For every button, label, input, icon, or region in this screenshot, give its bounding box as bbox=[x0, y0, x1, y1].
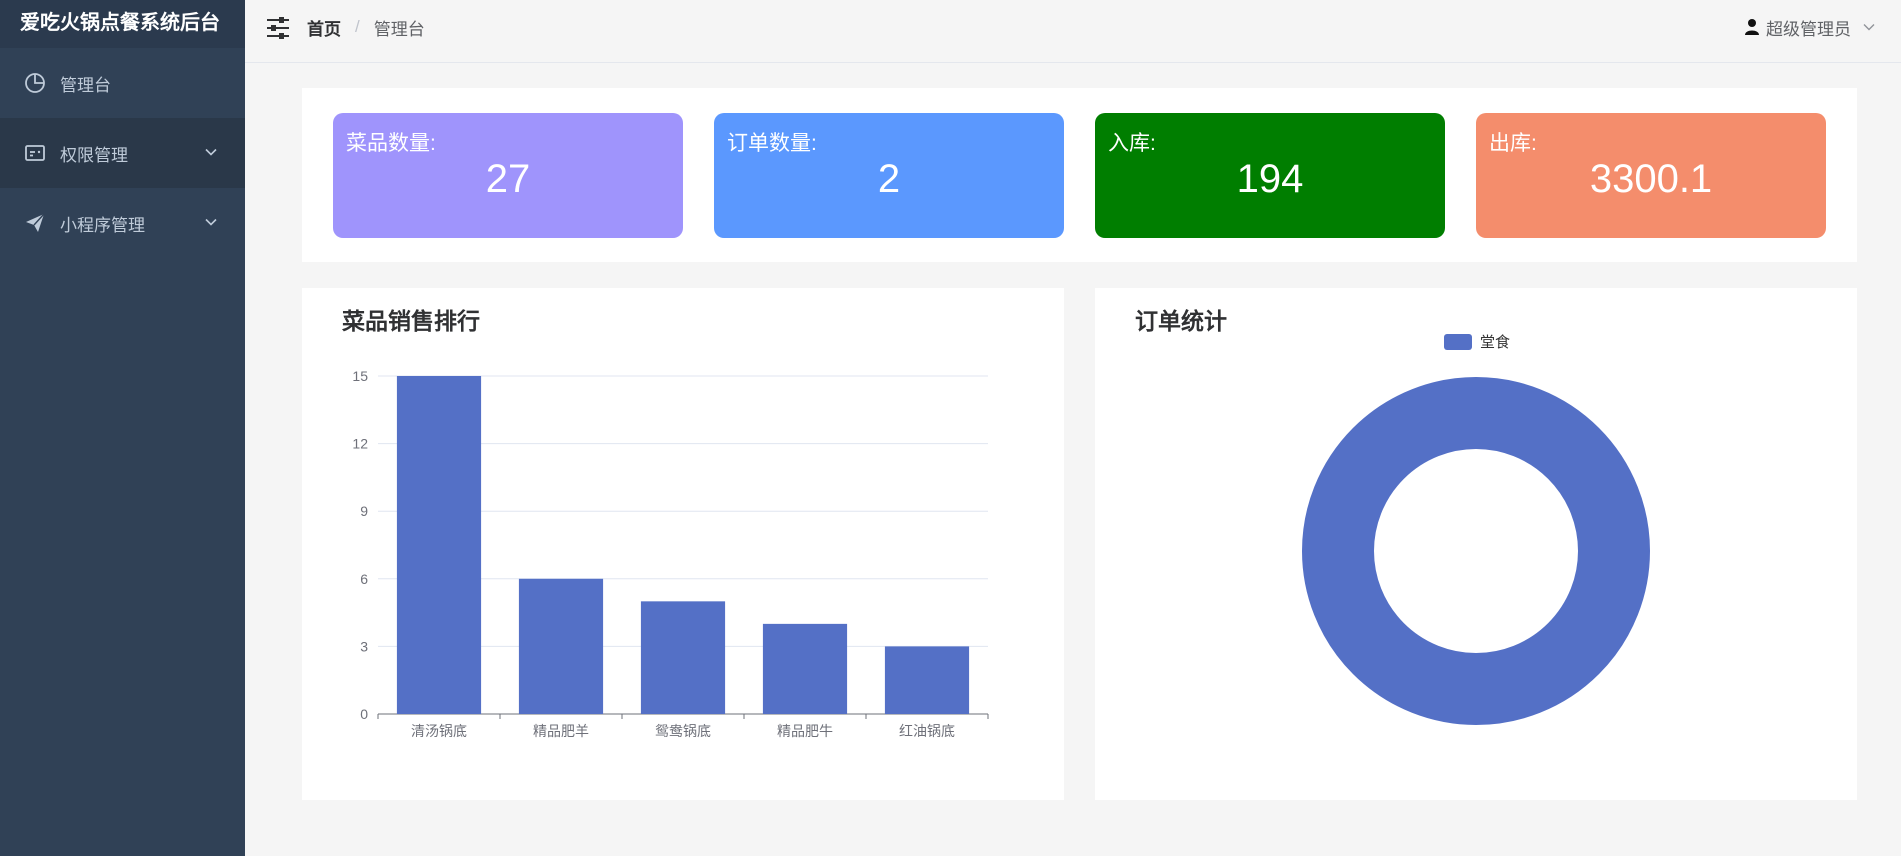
user-icon bbox=[1745, 19, 1759, 35]
x-tick-label: 精品肥牛 bbox=[777, 723, 833, 739]
username: 超级管理员 bbox=[1766, 19, 1851, 39]
id-card-icon bbox=[24, 142, 46, 164]
bar bbox=[884, 646, 970, 714]
bar bbox=[396, 376, 482, 714]
sidebar: 爱吃火锅点餐系统后台 管理台 权限管理 小程序管理 bbox=[0, 0, 245, 856]
bar bbox=[518, 578, 604, 714]
stat-value: 27 bbox=[485, 157, 531, 201]
stat-card-stock-out: 出库: 3300.1 bbox=[1476, 113, 1826, 238]
x-tick-label: 红油锅底 bbox=[899, 723, 955, 739]
y-tick-label: 12 bbox=[352, 436, 368, 452]
chevron-down-icon bbox=[1863, 24, 1875, 31]
y-tick-label: 3 bbox=[360, 638, 368, 654]
stats-panel: 菜品数量: 27 订单数量: 2 入库: 194 出库: 3300.1 bbox=[302, 88, 1857, 262]
sidebar-item-label: 权限管理 bbox=[60, 145, 128, 165]
y-tick-label: 9 bbox=[360, 503, 368, 519]
stat-value: 3300.1 bbox=[1589, 157, 1713, 201]
paper-plane-icon bbox=[24, 212, 46, 234]
x-tick-label: 精品肥羊 bbox=[533, 723, 589, 739]
pie-slice bbox=[1302, 377, 1650, 725]
legend-label: 堂食 bbox=[1480, 334, 1510, 351]
order-stats-panel: 订单统计 堂食 bbox=[1095, 288, 1857, 800]
sidebar-item-label: 管理台 bbox=[60, 75, 111, 95]
x-tick-label: 鸳鸯锅底 bbox=[655, 723, 711, 739]
pie-chart-icon bbox=[24, 72, 46, 94]
breadcrumb-current: 管理台 bbox=[373, 19, 425, 39]
chevron-down-icon bbox=[205, 218, 217, 226]
y-tick-label: 0 bbox=[360, 706, 368, 722]
breadcrumb-home-link[interactable]: 首页 bbox=[307, 15, 341, 40]
bar bbox=[762, 623, 848, 714]
bar bbox=[640, 601, 726, 714]
top-navbar: 首页 / 管理台 超级管理员 bbox=[245, 0, 1901, 63]
legend-swatch bbox=[1444, 334, 1472, 350]
user-menu[interactable]: 超级管理员 bbox=[1744, 0, 1877, 54]
stat-card-orders: 订单数量: 2 bbox=[714, 113, 1064, 238]
stat-value: 2 bbox=[877, 157, 901, 201]
sidebar-item-permissions[interactable]: 权限管理 bbox=[0, 118, 245, 188]
stat-value: 194 bbox=[1236, 157, 1304, 201]
chevron-down-icon bbox=[205, 148, 217, 156]
sidebar-item-dashboard[interactable]: 管理台 bbox=[0, 48, 245, 118]
stat-card-stock-in: 入库: 194 bbox=[1095, 113, 1445, 238]
x-tick-label: 清汤锅底 bbox=[411, 723, 467, 739]
stat-card-dishes: 菜品数量: 27 bbox=[333, 113, 683, 238]
stat-label: 订单数量: bbox=[727, 132, 817, 155]
breadcrumb: 首页 / 管理台 bbox=[307, 0, 425, 54]
stat-label: 出库: bbox=[1489, 132, 1537, 155]
sidebar-item-miniprogram[interactable]: 小程序管理 bbox=[0, 188, 245, 258]
y-tick-label: 6 bbox=[360, 571, 368, 587]
menu-toggle-icon[interactable] bbox=[265, 15, 291, 41]
order-donut-chart: 堂食 bbox=[1302, 334, 1650, 725]
sales-ranking-panel: 菜品销售排行 0 3 6 9 12 15 清汤锅底 精品肥羊 鸳鸯锅底 精品肥牛 红油锅底 bbox=[302, 288, 1064, 800]
stat-label: 入库: bbox=[1108, 132, 1156, 155]
sales-bar-chart: 0 3 6 9 12 15 清汤锅底 精品肥羊 鸳鸯锅底 精品肥牛 红油锅底 bbox=[352, 368, 989, 739]
stat-label: 菜品数量: bbox=[346, 132, 436, 155]
y-tick-label: 15 bbox=[352, 368, 368, 384]
sidebar-item-label: 小程序管理 bbox=[60, 215, 145, 235]
breadcrumb-separator: / bbox=[355, 17, 360, 36]
app-title: 爱吃火锅点餐系统后台 bbox=[0, 0, 245, 48]
